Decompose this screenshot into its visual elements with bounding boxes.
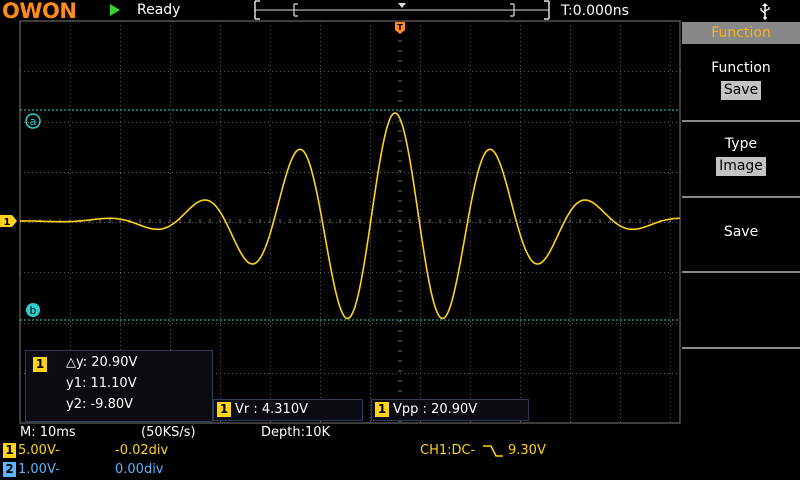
channel1-level-marker[interactable]: 1 xyxy=(0,215,17,228)
menu-item-empty-5[interactable] xyxy=(682,347,800,424)
status-bar: M: 10ms (50KS/s) Depth:10K 1 5.00V- -0.0… xyxy=(0,424,800,480)
menu-item-type[interactable]: Type Image xyxy=(682,120,800,196)
svg-text:a: a xyxy=(30,115,37,128)
svg-text:T: T xyxy=(397,23,403,32)
channel-badge: 1 xyxy=(375,402,389,417)
oscilloscope-screen: OWON Ready T:0.000ns T a b 1 Function Fu… xyxy=(0,0,800,480)
menu-header: Function xyxy=(682,22,800,44)
measurement-vpp[interactable]: 1 Vpp : 20.90V xyxy=(371,399,529,421)
function-menu: Function Function Save Type Image Save xyxy=(682,22,800,424)
ch1-scale[interactable]: 5.00V- xyxy=(18,443,60,458)
sample-rate: (50KS/s) xyxy=(141,425,196,440)
cursor-delta-y: △y: 20.90V xyxy=(66,355,138,370)
menu-item-label: Function xyxy=(711,60,771,76)
cursor-y2: y2: -9.80V xyxy=(66,397,134,412)
menu-item-value: Save xyxy=(720,81,762,100)
menu-item-function[interactable]: Function Save xyxy=(682,44,800,120)
measurement-text: Vpp : 20.90V xyxy=(393,402,478,417)
measurement-vr[interactable]: 1 Vr : 4.310V xyxy=(213,399,363,421)
cursor-b-marker[interactable]: b xyxy=(26,303,40,317)
measurement-text: Vr : 4.310V xyxy=(235,402,308,417)
svg-text:b: b xyxy=(30,304,37,317)
ch1-offset: -0.02div xyxy=(115,443,169,458)
channel-badge: 1 xyxy=(217,402,231,417)
ch2-badge[interactable]: 2 xyxy=(3,462,16,477)
ch2-scale[interactable]: 1.00V- xyxy=(18,462,60,477)
cursor-y1: y1: 11.10V xyxy=(66,376,137,391)
svg-text:1: 1 xyxy=(4,217,11,228)
menu-item-save[interactable]: Save xyxy=(682,196,800,271)
falling-edge-icon xyxy=(483,445,503,457)
timebase[interactable]: M: 10ms xyxy=(20,425,76,440)
menu-item-value: Image xyxy=(716,157,766,176)
menu-item-label: Save xyxy=(723,224,759,240)
menu-item-label: Type xyxy=(724,136,758,152)
ch2-offset: 0.00div xyxy=(115,462,164,477)
trigger-source[interactable]: CH1:DC- xyxy=(420,443,475,458)
cursor-a-marker[interactable]: a xyxy=(25,113,41,129)
channel1-waveform xyxy=(20,112,680,320)
trigger-position-marker[interactable]: T xyxy=(395,22,405,34)
cursor-readout-panel: 1 △y: 20.90V y1: 11.10V y2: -9.80V xyxy=(25,350,213,422)
channel-badge: 1 xyxy=(33,357,47,372)
menu-item-empty-4[interactable] xyxy=(682,271,800,347)
ch1-badge[interactable]: 1 xyxy=(3,443,16,458)
trigger-level: 9.30V xyxy=(508,443,546,458)
memory-depth[interactable]: Depth:10K xyxy=(261,425,330,440)
